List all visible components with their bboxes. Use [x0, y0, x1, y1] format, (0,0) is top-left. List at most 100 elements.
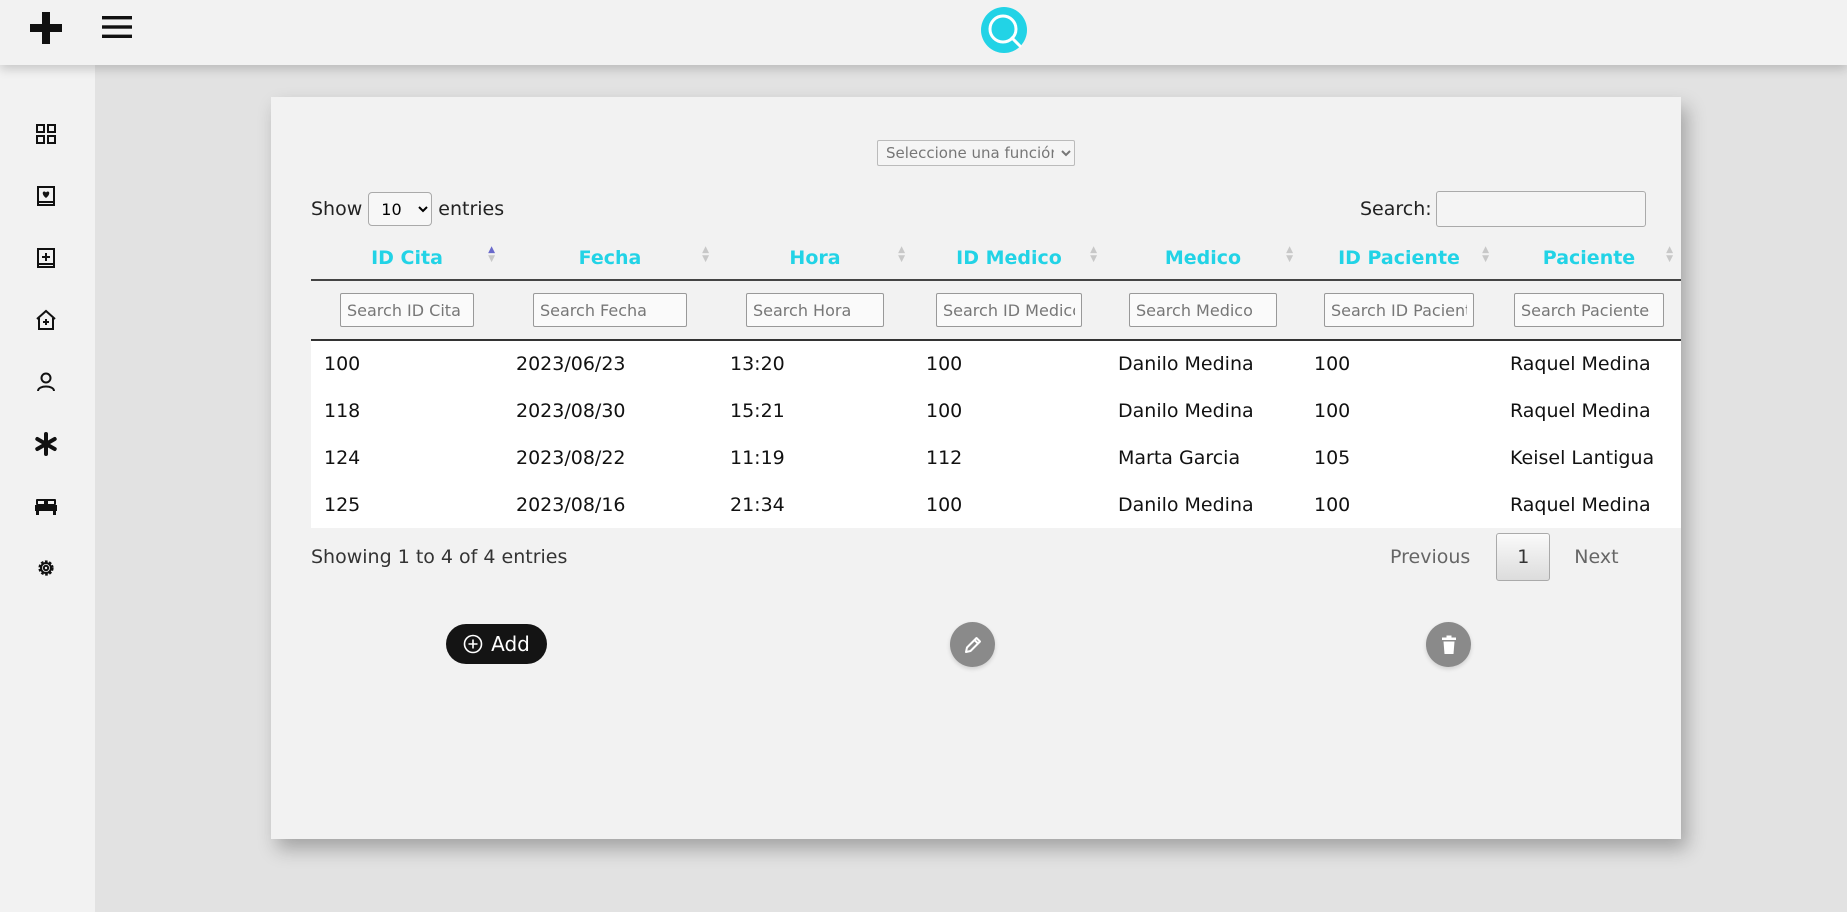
cell-id-cita: 124	[311, 434, 503, 481]
table-row[interactable]: 118 2023/08/30 15:21 100 Danilo Medina 1…	[311, 387, 1681, 434]
entries-label: entries	[438, 198, 505, 220]
column-label: Hora	[789, 246, 841, 269]
cell-id-cita: 100	[311, 340, 503, 387]
search-medico-input[interactable]	[1129, 293, 1277, 327]
cell-id-cita: 125	[311, 481, 503, 528]
cell-paciente: Raquel Medina	[1497, 387, 1681, 434]
cell-medico: Danilo Medina	[1105, 340, 1301, 387]
hamburger-menu-icon[interactable]	[100, 12, 134, 42]
column-header-id-cita[interactable]: ID Cita ▲ ▼	[311, 236, 503, 281]
table-info: Showing 1 to 4 of 4 entries	[311, 546, 568, 568]
plus-cross-icon[interactable]	[28, 10, 64, 46]
function-select[interactable]: Seleccione una función	[877, 140, 1075, 166]
cell-paciente: Keisel Lantigua	[1497, 434, 1681, 481]
table-row[interactable]: 100 2023/06/23 13:20 100 Danilo Medina 1…	[311, 340, 1681, 387]
pencil-icon	[964, 636, 981, 653]
search-id-paciente-input[interactable]	[1324, 293, 1474, 327]
cell-paciente: Raquel Medina	[1497, 340, 1681, 387]
search-hora-input[interactable]	[746, 293, 884, 327]
sidebar-item-medical-history[interactable]	[30, 180, 62, 212]
column-label: Medico	[1164, 246, 1242, 269]
home-health-icon	[36, 309, 56, 330]
cell-fecha: 2023/08/22	[503, 434, 717, 481]
filter-cell	[1105, 280, 1301, 341]
column-header-id-paciente[interactable]: ID Paciente ▲ ▼	[1301, 236, 1497, 281]
cell-hora: 21:34	[717, 481, 913, 528]
filter-cell	[503, 280, 717, 341]
search-control: Search:	[1360, 191, 1646, 227]
cell-fecha: 2023/06/23	[503, 340, 717, 387]
search-paciente-input[interactable]	[1514, 293, 1664, 327]
length-control: Show 10 entries	[311, 191, 504, 227]
cell-hora: 11:19	[717, 434, 913, 481]
column-header-id-medico[interactable]: ID Medico ▲ ▼	[913, 236, 1105, 281]
sort-icon: ▲ ▼	[1090, 245, 1097, 264]
column-header-fecha[interactable]: Fecha ▲ ▼	[503, 236, 717, 281]
delete-button[interactable]	[1426, 622, 1471, 667]
sidebar	[0, 65, 95, 912]
column-label: ID Paciente	[1338, 246, 1460, 269]
sidebar-item-settings[interactable]	[30, 552, 62, 584]
asterisk-icon	[35, 432, 57, 456]
bed-icon	[35, 499, 57, 515]
search-id-cita-input[interactable]	[340, 293, 474, 327]
column-header-paciente[interactable]: Paciente ▲ ▼	[1497, 236, 1681, 281]
cell-fecha: 2023/08/30	[503, 387, 717, 434]
cell-id-medico: 100	[913, 387, 1105, 434]
show-label: Show	[311, 198, 363, 220]
cell-id-medico: 100	[913, 340, 1105, 387]
column-header-medico[interactable]: Medico ▲ ▼	[1105, 236, 1301, 281]
column-label: ID Medico	[956, 246, 1062, 269]
cell-id-paciente: 100	[1301, 340, 1497, 387]
next-page-button[interactable]: Next	[1574, 546, 1618, 568]
edit-button[interactable]	[950, 622, 995, 667]
sort-icon: ▲ ▼	[898, 245, 905, 264]
cell-id-medico: 100	[913, 481, 1105, 528]
entries-select[interactable]: 10	[368, 192, 433, 226]
search-fecha-input[interactable]	[533, 293, 687, 327]
page-1-button[interactable]: 1	[1496, 533, 1551, 581]
cell-fecha: 2023/08/16	[503, 481, 717, 528]
dashboard-grid-icon	[36, 124, 56, 144]
sort-icon: ▲ ▼	[1286, 245, 1293, 264]
sidebar-item-bed[interactable]	[30, 490, 62, 522]
cell-id-paciente: 100	[1301, 387, 1497, 434]
filter-cell	[913, 280, 1105, 341]
top-bar	[0, 0, 1847, 65]
cell-id-paciente: 105	[1301, 434, 1497, 481]
table-row[interactable]: 125 2023/08/16 21:34 100 Danilo Medina 1…	[311, 481, 1681, 528]
sidebar-item-user[interactable]	[30, 366, 62, 398]
cell-medico: Danilo Medina	[1105, 387, 1301, 434]
previous-page-button[interactable]: Previous	[1390, 546, 1470, 568]
medical-book-icon	[37, 248, 55, 268]
add-button[interactable]: Add	[446, 624, 547, 664]
sidebar-item-home-health[interactable]	[30, 304, 62, 336]
pagination: Previous 1 Next	[1390, 532, 1619, 582]
column-label: ID Cita	[371, 246, 443, 269]
add-button-label: Add	[491, 632, 530, 656]
filter-cell	[311, 280, 503, 341]
cell-medico: Marta Garcia	[1105, 434, 1301, 481]
sidebar-item-medical-book[interactable]	[30, 242, 62, 274]
filter-cell	[1497, 280, 1681, 341]
table-row[interactable]: 124 2023/08/22 11:19 112 Marta Garcia 10…	[311, 434, 1681, 481]
cell-paciente: Raquel Medina	[1497, 481, 1681, 528]
search-logo-icon[interactable]	[981, 7, 1027, 53]
sidebar-item-dashboard[interactable]	[30, 118, 62, 150]
plus-circle-icon	[463, 634, 483, 654]
medical-history-icon	[37, 186, 55, 206]
column-label: Paciente	[1542, 246, 1636, 269]
cell-id-medico: 112	[913, 434, 1105, 481]
sort-icon: ▲ ▼	[1666, 245, 1673, 264]
column-header-hora[interactable]: Hora ▲ ▼	[717, 236, 913, 281]
sort-icon: ▲ ▼	[1482, 245, 1489, 264]
cell-hora: 13:20	[717, 340, 913, 387]
sort-icon: ▲ ▼	[488, 245, 495, 264]
column-label: Fecha	[578, 246, 642, 269]
cell-medico: Danilo Medina	[1105, 481, 1301, 528]
search-id-medico-input[interactable]	[936, 293, 1082, 327]
appointments-table: ID Cita ▲ ▼ Fecha ▲ ▼ Hora ▲ ▼ ID Medico ▲ ▼ Med…	[311, 236, 1681, 528]
sort-icon: ▲ ▼	[702, 245, 709, 264]
sidebar-item-asterisk[interactable]	[30, 428, 62, 460]
search-input[interactable]	[1435, 191, 1646, 227]
